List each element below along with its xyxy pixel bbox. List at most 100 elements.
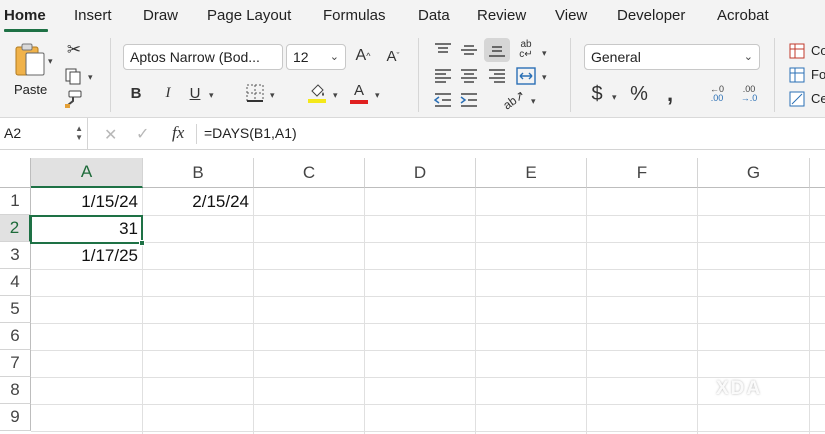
align-left-icon[interactable]: [432, 66, 454, 86]
tab-draw[interactable]: Draw: [143, 7, 178, 24]
font-size-chevron-icon: ⌄: [329, 51, 339, 63]
number-format-select[interactable]: General ⌄: [584, 44, 760, 70]
tab-developer[interactable]: Developer: [617, 7, 685, 24]
decrease-indent-icon[interactable]: [432, 90, 454, 110]
wrap-text-icon[interactable]: ab c↵: [514, 38, 538, 62]
font-size-value: 12: [293, 49, 309, 65]
column-header-c[interactable]: C: [254, 158, 365, 188]
bold-button[interactable]: B: [127, 82, 145, 104]
conditional-formatting-label[interactable]: Co: [811, 43, 825, 58]
comma-style-icon[interactable]: ,: [662, 81, 678, 106]
paste-dropdown-icon[interactable]: ▾: [48, 56, 53, 67]
row-header-3[interactable]: 3: [0, 242, 31, 269]
grid-line: [253, 188, 254, 434]
increase-font-size-icon[interactable]: A ^: [352, 44, 374, 68]
tab-insert[interactable]: Insert: [74, 7, 112, 24]
row-header-2[interactable]: 2: [0, 215, 31, 242]
merge-dropdown-icon[interactable]: ▾: [542, 72, 547, 83]
select-all-corner[interactable]: [0, 158, 31, 188]
grid-line: [31, 377, 825, 378]
font-name-select[interactable]: Aptos Narrow (Bod...: [123, 44, 283, 70]
spreadsheet-grid: A B C D E F G 1 2 3 4 5 6 7 8 9 1/15/24 …: [0, 150, 825, 434]
align-middle-icon[interactable]: [458, 40, 480, 60]
copy-dropdown-icon[interactable]: ▾: [88, 72, 93, 83]
tab-home[interactable]: Home: [4, 7, 46, 24]
cancel-icon[interactable]: ✕: [104, 125, 117, 145]
font-color-dropdown-icon[interactable]: ▾: [375, 90, 380, 101]
copy-icon[interactable]: [62, 66, 84, 86]
insert-function-icon[interactable]: fx: [172, 123, 184, 143]
cut-icon[interactable]: ✂: [64, 40, 84, 60]
increase-indent-icon[interactable]: [458, 90, 480, 110]
name-box-value: A2: [4, 125, 22, 141]
cell-styles-label[interactable]: Ce: [811, 91, 825, 106]
paste-label[interactable]: Paste: [14, 82, 47, 97]
align-top-icon[interactable]: [432, 40, 454, 60]
tab-review[interactable]: Review: [477, 7, 526, 24]
borders-icon[interactable]: [244, 82, 266, 104]
cell-b1[interactable]: 2/15/24: [143, 188, 253, 215]
format-as-table-icon[interactable]: [788, 66, 806, 84]
grid-line: [31, 350, 825, 351]
cell-styles-icon[interactable]: [788, 90, 806, 108]
wrap-text-dropdown-icon[interactable]: ▾: [542, 48, 547, 59]
column-header-f[interactable]: F: [587, 158, 698, 188]
percent-icon[interactable]: %: [628, 82, 650, 106]
row-header-1[interactable]: 1: [0, 188, 31, 215]
fill-color-icon[interactable]: [306, 80, 328, 106]
ribbon-tab-bar: Home Insert Draw Page Layout Formulas Da…: [0, 0, 825, 32]
column-header-a[interactable]: A: [31, 158, 143, 188]
row-header-8[interactable]: 8: [0, 377, 31, 404]
ribbon: ▾ Paste ✂ ▾ Aptos Narrow (Bod... 12 ⌄ A ^…: [0, 32, 825, 118]
text-orientation-icon[interactable]: ab↗: [498, 85, 529, 115]
formula-input[interactable]: =DAYS(B1,A1): [204, 125, 297, 141]
tab-data[interactable]: Data: [418, 7, 450, 24]
column-header-b[interactable]: B: [143, 158, 254, 188]
format-as-table-label[interactable]: Fo: [811, 67, 825, 82]
cell-a1[interactable]: 1/15/24: [31, 188, 142, 215]
borders-dropdown-icon[interactable]: ▾: [270, 90, 275, 101]
tab-acrobat[interactable]: Acrobat: [717, 7, 769, 24]
font-size-select[interactable]: 12 ⌄: [286, 44, 346, 70]
fill-handle[interactable]: [139, 240, 145, 246]
cell-a3[interactable]: 1/17/25: [31, 242, 142, 269]
italic-button[interactable]: I: [159, 82, 177, 104]
decrease-font-size-icon[interactable]: Aˇ: [382, 44, 404, 68]
row-header-6[interactable]: 6: [0, 323, 31, 350]
conditional-formatting-icon[interactable]: [788, 42, 806, 60]
ribbon-separator: [570, 38, 571, 112]
currency-icon[interactable]: $: [588, 82, 606, 106]
underline-button[interactable]: U: [186, 82, 204, 104]
column-header-h[interactable]: [810, 158, 825, 188]
fill-color-dropdown-icon[interactable]: ▾: [333, 90, 338, 101]
name-box-stepper-icon[interactable]: ▲ ▼: [75, 124, 83, 142]
decrease-decimal-icon[interactable]: .00 →.0: [736, 82, 762, 106]
row-header-9[interactable]: 9: [0, 404, 31, 431]
align-bottom-icon[interactable]: [484, 38, 510, 62]
row-header-7[interactable]: 7: [0, 350, 31, 377]
tab-formulas[interactable]: Formulas: [323, 7, 386, 24]
currency-dropdown-icon[interactable]: ▾: [612, 92, 617, 103]
format-painter-icon[interactable]: [62, 88, 84, 110]
name-box[interactable]: A2 ▲ ▼: [0, 118, 88, 149]
row-header-4[interactable]: 4: [0, 269, 31, 296]
paste-icon[interactable]: [8, 40, 52, 78]
column-header-e[interactable]: E: [476, 158, 587, 188]
enter-icon[interactable]: ✓: [136, 124, 149, 144]
orientation-dropdown-icon[interactable]: ▾: [531, 96, 536, 107]
column-header-g[interactable]: G: [698, 158, 810, 188]
underline-dropdown-icon[interactable]: ▾: [209, 90, 214, 101]
grid-line: [31, 431, 825, 432]
number-format-chevron-icon: ⌄: [743, 51, 753, 63]
font-color-icon[interactable]: A: [348, 80, 370, 106]
formula-bar: A2 ▲ ▼ ✕ ✓ fx =DAYS(B1,A1): [0, 118, 825, 150]
tab-view[interactable]: View: [555, 7, 587, 24]
increase-decimal-icon[interactable]: ←0.00: [704, 82, 730, 106]
align-right-icon[interactable]: [486, 66, 508, 86]
ribbon-separator: [110, 38, 111, 112]
column-header-d[interactable]: D: [365, 158, 476, 188]
tab-page-layout[interactable]: Page Layout: [207, 7, 291, 24]
row-header-5[interactable]: 5: [0, 296, 31, 323]
number-format-value: General: [591, 49, 641, 65]
align-center-icon[interactable]: [458, 66, 480, 86]
